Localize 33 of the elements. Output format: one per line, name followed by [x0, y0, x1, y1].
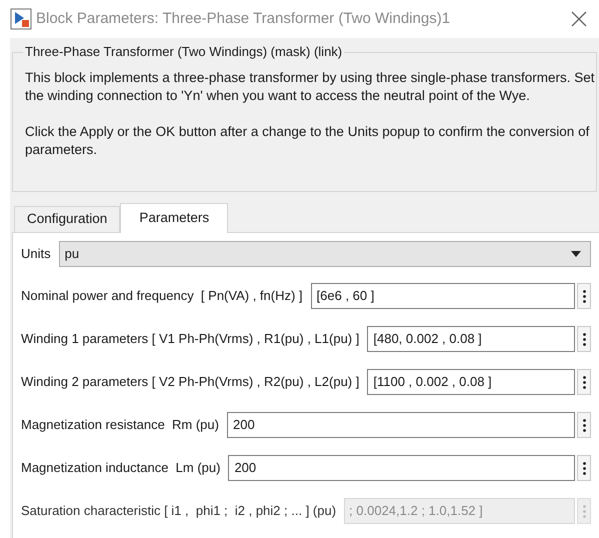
parameter-label: Winding 1 parameters [ V1 Ph-Ph(Vrms) , R1(pu) , L1(pu) ] — [21, 330, 360, 348]
parameter-label: Magnetization inductance Lm (pu) — [21, 459, 220, 478]
parameter-label: Winding 2 parameters [ V2 Ph-Ph(Vrms) , R2(pu) , L2(pu) ] — [21, 373, 360, 392]
tab[interactable]: Parameters — [120, 203, 228, 233]
more-icon — [582, 376, 586, 388]
description-text: Click the Apply or the OK button after a change to the Units popup to confirm the conversion of parameters. — [25, 123, 590, 159]
parameter-label: Saturation characteristic [ i1 , phi1 ; i2 , phi2 ; ... ] (pu) — [21, 502, 336, 520]
dropdown-arrow-icon — [571, 251, 581, 257]
more-icon — [582, 290, 586, 302]
parameter-label: Nominal power and frequency [ Pn(VA) , fn(Hz) ] — [21, 287, 303, 306]
units-dropdown[interactable]: pu — [58, 241, 591, 267]
parameter-field[interactable]: [1100 , 0.002 , 0.08 ] — [367, 369, 575, 395]
options-button[interactable] — [577, 326, 591, 352]
window-title: Block Parameters: Three-Phase Transformer (Two Windings)1 — [36, 8, 450, 29]
more-icon — [582, 418, 586, 432]
parameter-field[interactable]: 200 — [226, 412, 575, 438]
units-label: Units — [21, 245, 51, 264]
options-button[interactable] — [577, 412, 591, 438]
parameter-label: Magnetization resistance Rm (pu) — [21, 416, 219, 434]
description-text: This block implements a three-phase transformer by using three single-phase transformers. Set the winding connection to 'Yn' when you want to access the neutral point of the Wye. — [25, 69, 595, 105]
more-icon — [582, 332, 586, 346]
options-button[interactable] — [577, 369, 591, 395]
parameter-field[interactable]: 200 — [228, 455, 575, 481]
parameter-field[interactable]: [480, 0.002 , 0.08 ] — [367, 326, 575, 352]
block-icon — [10, 8, 32, 30]
options-button[interactable] — [577, 283, 591, 309]
more-icon — [582, 462, 586, 474]
options-button[interactable] — [577, 455, 591, 481]
close-icon[interactable] — [571, 11, 587, 27]
parameter-field[interactable]: [6e6 , 60 ] — [310, 283, 575, 309]
more-icon — [582, 504, 586, 518]
group-title: Three-Phase Transformer (Two Windings) (mask) (link) — [23, 44, 344, 60]
tab[interactable]: Configuration — [14, 206, 120, 232]
